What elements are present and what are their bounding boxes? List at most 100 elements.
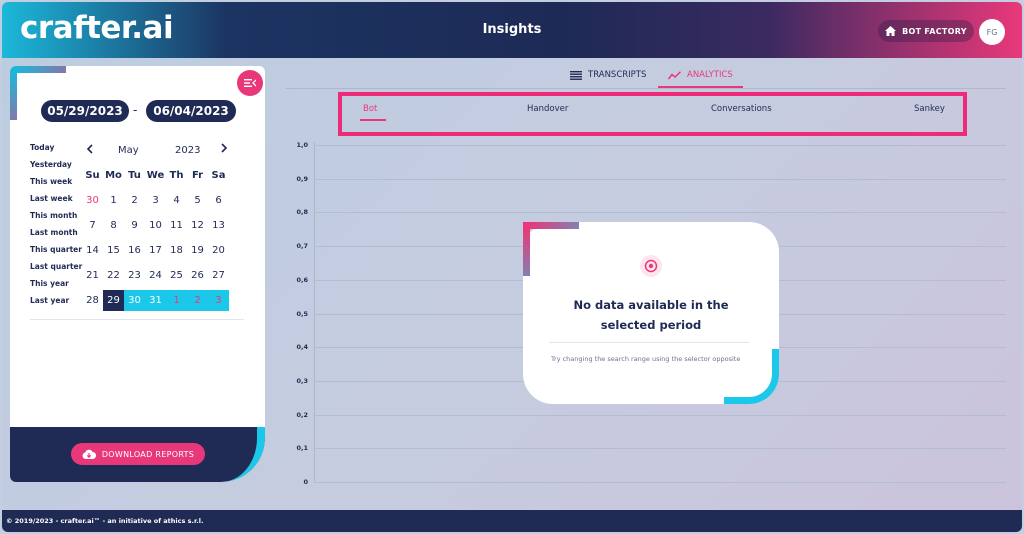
quick-range-last-year[interactable]: Last year	[30, 296, 69, 305]
subtab-sankey[interactable]: Sankey	[914, 104, 945, 114]
calendar-day[interactable]: 2	[187, 290, 208, 311]
download-reports-label: DOWNLOAD REPORTS	[101, 449, 195, 459]
filter-collapse-icon	[244, 79, 256, 87]
target-icon	[640, 255, 662, 277]
calendar-day[interactable]: 14	[82, 240, 103, 261]
calendar-day[interactable]: 12	[187, 215, 208, 236]
calendar-day[interactable]: 30	[124, 290, 145, 311]
calendar-day[interactable]: 4	[166, 190, 187, 211]
calendar-day[interactable]: 23	[124, 265, 145, 286]
quick-range-yesterday[interactable]: Yesterday	[30, 160, 72, 169]
gridline	[314, 212, 1006, 214]
calendar-day[interactable]: 7	[82, 215, 103, 236]
empty-state-title: No data available in the selected period	[573, 298, 729, 332]
tab-transcripts[interactable]: TRANSCRIPTS	[570, 66, 646, 84]
top-bar: crafter.ai Insights BOT FACTORY FG	[2, 2, 1022, 58]
gridline	[314, 448, 1006, 450]
tab-analytics[interactable]: ANALYTICS	[668, 66, 733, 84]
calendar-day[interactable]: 17	[145, 240, 166, 261]
quick-range-this-year[interactable]: This year	[30, 279, 69, 288]
quick-range-last-quarter[interactable]: Last quarter	[30, 262, 82, 271]
next-month-button[interactable]	[220, 143, 228, 156]
bot-factory-label: BOT FACTORY	[902, 26, 967, 36]
app-window: crafter.ai Insights BOT FACTORY FG 05/29…	[2, 2, 1022, 532]
calendar-day[interactable]: 22	[103, 265, 124, 286]
tab-analytics-label: ANALYTICS	[687, 70, 733, 80]
y-tick-label: 0	[303, 478, 308, 486]
weekday-header: Tu	[128, 170, 141, 181]
calendar-day[interactable]: 25	[166, 265, 187, 286]
collapse-filter-button[interactable]	[237, 70, 263, 96]
weekday-header: Sa	[211, 170, 226, 181]
calendar-day[interactable]: 16	[124, 240, 145, 261]
calendar-day[interactable]: 3	[208, 290, 229, 311]
tab-transcripts-label: TRANSCRIPTS	[588, 70, 647, 80]
calendar-day[interactable]: 1	[103, 190, 124, 211]
calendar-day[interactable]: 21	[82, 265, 103, 286]
calendar-day[interactable]: 15	[103, 240, 124, 261]
y-tick-label: 0,8	[296, 208, 308, 217]
quick-range-this-quarter[interactable]: This quarter	[30, 245, 82, 254]
panel-footer-accent	[205, 427, 265, 482]
home-icon	[885, 26, 897, 36]
date-separator: -	[133, 103, 138, 117]
list-icon	[570, 70, 582, 80]
prev-month-button[interactable]	[86, 143, 94, 158]
calendar-day[interactable]: 6	[208, 190, 229, 211]
month-label[interactable]: May	[118, 145, 139, 156]
date-filter-panel: 05/29/2023 - 06/04/2023 Today Yesterday …	[10, 66, 265, 482]
calendar-day[interactable]: 13	[208, 215, 229, 236]
empty-state-card: No data available in the selected period…	[523, 222, 779, 404]
calendar-day[interactable]: 10	[145, 215, 166, 236]
quick-range-last-week[interactable]: Last week	[30, 194, 73, 203]
panel-footer: DOWNLOAD REPORTS	[10, 427, 265, 482]
calendar-day[interactable]: 19	[187, 240, 208, 261]
y-tick-label: 0,9	[296, 174, 308, 183]
bot-factory-button[interactable]: BOT FACTORY	[878, 20, 974, 42]
y-tick-label: 0,6	[296, 275, 308, 284]
calendar-day[interactable]: 1	[166, 290, 187, 311]
calendar-day[interactable]: 20	[208, 240, 229, 261]
calendar-day[interactable]: 8	[103, 215, 124, 236]
chevron-right-icon	[221, 143, 228, 153]
weekday-header: Mo	[105, 170, 122, 181]
weekday-header: We	[146, 170, 165, 181]
y-tick-label: 0,3	[296, 376, 308, 385]
calendar-day[interactable]: 26	[187, 265, 208, 286]
calendar-day[interactable]: 2	[124, 190, 145, 211]
user-avatar[interactable]: FG	[979, 19, 1005, 45]
y-tick-label: 0,5	[296, 309, 308, 318]
calendar-day[interactable]: 3	[145, 190, 166, 211]
calendar-day[interactable]: 30	[82, 190, 103, 211]
panel-divider	[30, 319, 244, 320]
subtab-conversations[interactable]: Conversations	[711, 104, 772, 114]
subtab-bot[interactable]: Bot	[363, 104, 377, 114]
download-reports-button[interactable]: DOWNLOAD REPORTS	[71, 443, 205, 465]
y-tick-label: 0,4	[296, 343, 308, 352]
calendar-day[interactable]: 28	[82, 290, 103, 311]
quick-range-this-week[interactable]: This week	[30, 177, 72, 186]
calendar-day[interactable]: 24	[145, 265, 166, 286]
calendar-day[interactable]: 5	[187, 190, 208, 211]
calendar-day[interactable]: 9	[124, 215, 145, 236]
tabs-divider	[286, 88, 1006, 89]
calendar-day[interactable]: 27	[208, 265, 229, 286]
subtab-handover[interactable]: Handover	[527, 104, 568, 114]
calendar-day[interactable]: 31	[145, 290, 166, 311]
calendar-day[interactable]: 29	[103, 290, 124, 311]
end-date-field[interactable]: 06/04/2023	[146, 100, 236, 122]
calendar-day[interactable]: 11	[166, 215, 187, 236]
quick-range-this-month[interactable]: This month	[30, 211, 77, 220]
y-tick-label: 1,0	[296, 141, 308, 149]
page-title: Insights	[482, 22, 542, 37]
weekday-header: Th	[169, 170, 184, 181]
analytics-subtabs: Bot Handover Conversations Sankey	[338, 92, 967, 136]
calendar-day[interactable]: 18	[166, 240, 187, 261]
card-corner-accent-top	[523, 222, 579, 276]
weekday-header: Fr	[191, 170, 204, 181]
cloud-download-icon	[82, 449, 96, 459]
year-label[interactable]: 2023	[175, 145, 200, 156]
quick-range-today[interactable]: Today	[30, 143, 54, 152]
quick-range-last-month[interactable]: Last month	[30, 228, 78, 237]
start-date-field[interactable]: 05/29/2023	[41, 100, 129, 122]
